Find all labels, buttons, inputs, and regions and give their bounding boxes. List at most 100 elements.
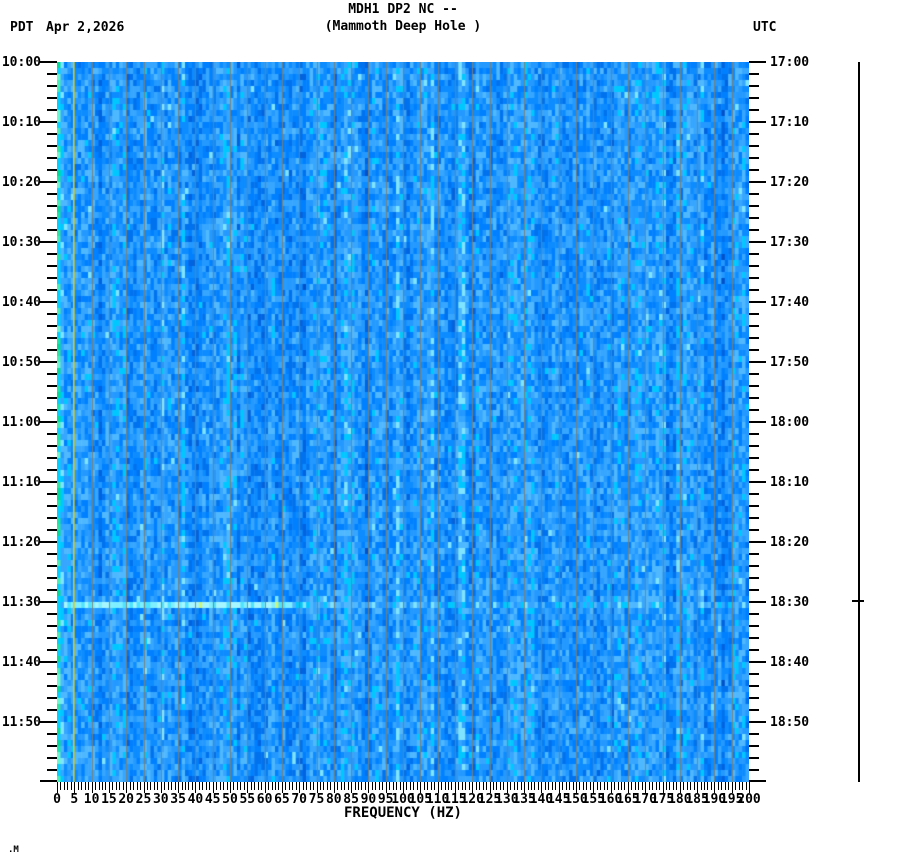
freq-tick-label: 50 <box>222 792 238 807</box>
left-major-tick <box>40 181 57 183</box>
freq-tick <box>320 782 321 790</box>
left-minor-tick <box>47 373 57 375</box>
freq-tick <box>583 782 584 790</box>
freq-tick <box>531 782 532 790</box>
freq-tick <box>389 782 390 790</box>
freq-tick <box>105 782 106 790</box>
right-minor-tick <box>749 625 759 627</box>
freq-tick <box>739 782 740 790</box>
freq-tick <box>569 782 570 790</box>
freq-tick <box>330 782 331 790</box>
right-minor-tick <box>749 397 759 399</box>
freq-tick <box>396 782 397 790</box>
freq-tick <box>683 782 684 790</box>
freq-tick-label: 25 <box>135 792 152 807</box>
left-minor-tick <box>47 169 57 171</box>
freq-tick <box>361 782 362 790</box>
freq-tick <box>344 782 345 790</box>
freq-tick <box>358 782 359 790</box>
freq-tick <box>607 782 608 790</box>
freq-tick <box>521 782 522 790</box>
x-axis-title: FREQUENCY (HZ) <box>343 805 462 821</box>
freq-tick <box>310 782 311 790</box>
left-time-tick-label: 10:00 <box>1 55 41 70</box>
right-minor-tick <box>749 649 759 651</box>
right-major-tick <box>749 661 766 663</box>
left-time-tick-label: 11:10 <box>1 475 41 490</box>
left-minor-tick <box>47 469 57 471</box>
freq-tick <box>448 782 449 790</box>
freq-tick-label: 45 <box>204 792 221 807</box>
right-time-tick-label: 17:00 <box>770 55 810 70</box>
left-time-tick-label: 11:50 <box>1 715 41 730</box>
freq-tick <box>555 782 556 790</box>
freq-tick <box>614 782 615 790</box>
freq-tick <box>451 782 452 790</box>
freq-tick <box>393 782 394 790</box>
freq-tick <box>701 782 702 790</box>
freq-tick <box>721 782 722 790</box>
right-minor-tick <box>749 133 759 135</box>
freq-tick <box>119 782 120 790</box>
freq-tick <box>292 782 293 790</box>
freq-tick-label: 75 <box>308 792 325 807</box>
right-minor-tick <box>749 193 759 195</box>
right-time-tick-label: 17:20 <box>770 175 810 190</box>
freq-tick <box>669 782 670 790</box>
left-minor-tick <box>47 265 57 267</box>
left-minor-tick <box>47 637 57 639</box>
plot-subtitle: (Mammoth Deep Hole ) <box>324 19 482 34</box>
right-time-tick-label: 18:20 <box>770 535 810 550</box>
freq-tick <box>458 782 459 790</box>
freq-tick <box>223 782 224 790</box>
freq-tick <box>251 782 252 790</box>
right-minor-tick <box>749 697 759 699</box>
right-minor-tick <box>749 349 759 351</box>
left-minor-tick <box>47 109 57 111</box>
freq-tick <box>624 782 625 790</box>
freq-tick <box>621 782 622 790</box>
freq-tick <box>746 782 747 790</box>
freq-tick <box>268 782 269 790</box>
left-minor-tick <box>47 565 57 567</box>
freq-tick-label: 5 <box>70 792 79 807</box>
freq-tick <box>694 782 695 790</box>
right-minor-tick <box>749 637 759 639</box>
right-time-tick-label: 17:40 <box>770 295 810 310</box>
right-minor-tick <box>749 229 759 231</box>
freq-tick <box>503 782 504 790</box>
left-time-tick-label: 10:10 <box>1 115 41 130</box>
left-minor-tick <box>47 145 57 147</box>
freq-tick <box>130 782 131 790</box>
freq-tick <box>240 782 241 790</box>
freq-tick <box>742 782 743 790</box>
left-minor-tick <box>47 325 57 327</box>
freq-tick <box>164 782 165 790</box>
left-minor-tick <box>47 709 57 711</box>
freq-tick <box>483 782 484 790</box>
freq-tick <box>676 782 677 790</box>
scale-bar-tick <box>852 600 864 602</box>
freq-tick <box>735 782 736 790</box>
left-minor-tick <box>47 337 57 339</box>
freq-tick <box>431 782 432 790</box>
freq-tick <box>649 782 650 790</box>
left-minor-tick <box>47 589 57 591</box>
left-minor-tick <box>47 289 57 291</box>
left-minor-tick <box>47 493 57 495</box>
freq-tick <box>102 782 103 790</box>
left-minor-tick <box>47 229 57 231</box>
right-minor-tick <box>749 745 759 747</box>
freq-tick <box>154 782 155 790</box>
right-minor-tick <box>749 529 759 531</box>
freq-tick <box>642 782 643 790</box>
freq-tick-label: 70 <box>291 792 308 807</box>
spectrogram-heatmap[interactable] <box>57 62 749 782</box>
left-major-tick <box>40 241 57 243</box>
freq-tick <box>64 782 65 790</box>
left-minor-tick <box>47 685 57 687</box>
freq-tick <box>728 782 729 790</box>
right-minor-tick <box>749 325 759 327</box>
freq-tick <box>81 782 82 790</box>
left-major-tick <box>40 481 57 483</box>
